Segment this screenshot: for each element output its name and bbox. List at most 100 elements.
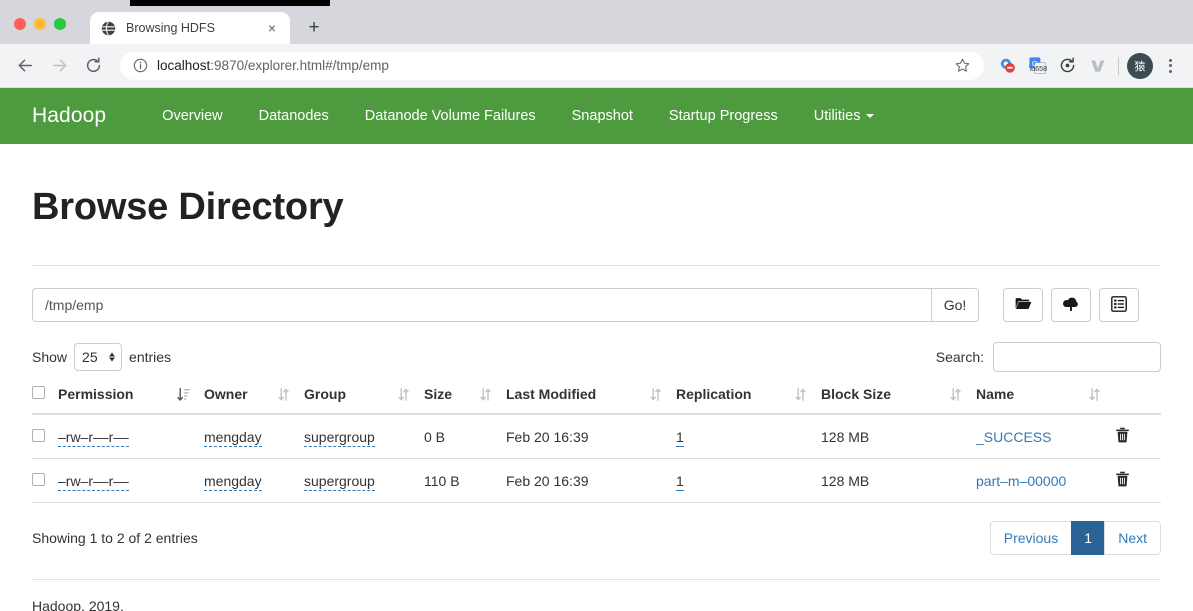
row-select-cell xyxy=(32,459,58,503)
select-all-checkbox[interactable] xyxy=(32,386,45,399)
nav-item-utilities[interactable]: Utilities xyxy=(796,108,893,124)
cell-last-modified: Feb 20 16:39 xyxy=(506,414,676,459)
nav-item-utilities-label: Utilities xyxy=(814,108,861,124)
footer-divider xyxy=(32,579,1161,580)
browser-tab-strip: Browsing HDFS × + xyxy=(0,6,1193,44)
footer-text: Hadoop, 2019. xyxy=(32,598,1161,611)
nav-item-startup-progress[interactable]: Startup Progress xyxy=(651,108,796,124)
nav-item-datanode-volume-failures[interactable]: Datanode Volume Failures xyxy=(347,108,554,124)
col-last-modified-label: Last Modified xyxy=(506,386,596,402)
cell-block-size: 128 MB xyxy=(821,414,976,459)
upload-files-button[interactable] xyxy=(1051,288,1091,322)
sort-icon xyxy=(1088,387,1101,402)
back-button[interactable] xyxy=(10,51,40,81)
cell-replication: 1 xyxy=(676,414,821,459)
files-table: Permission xyxy=(32,386,1161,503)
col-permission[interactable]: Permission xyxy=(58,386,204,414)
window-close-button[interactable] xyxy=(14,18,26,30)
sort-icon xyxy=(794,387,807,402)
cell-size: 0 B xyxy=(424,414,506,459)
file-name-link[interactable]: part–m–00000 xyxy=(976,473,1066,489)
cell-name: _SUCCESS xyxy=(976,414,1115,459)
row-select-cell xyxy=(32,414,58,459)
stepper-arrows-icon xyxy=(109,353,115,362)
cut-high-availability-button[interactable] xyxy=(1099,288,1139,322)
group-value[interactable]: supergroup xyxy=(304,429,375,447)
entries-select[interactable]: 25 xyxy=(74,343,122,371)
create-directory-button[interactable] xyxy=(1003,288,1043,322)
col-size[interactable]: Size xyxy=(424,386,506,414)
col-actions xyxy=(1115,386,1161,414)
cell-size: 110 B xyxy=(424,459,506,503)
col-owner[interactable]: Owner xyxy=(204,386,304,414)
cell-owner: mengday xyxy=(204,414,304,459)
new-tab-button[interactable]: + xyxy=(300,13,328,41)
star-icon[interactable] xyxy=(952,56,972,76)
cell-permission: –rw–r––r–– xyxy=(58,414,204,459)
trash-icon[interactable] xyxy=(1115,427,1130,443)
navbar-brand[interactable]: Hadoop xyxy=(32,104,106,128)
group-value[interactable]: supergroup xyxy=(304,473,375,491)
nav-item-overview[interactable]: Overview xyxy=(144,108,240,124)
cell-actions xyxy=(1115,414,1161,459)
cell-actions xyxy=(1115,459,1161,503)
cell-group: supergroup xyxy=(304,459,424,503)
vimium-icon[interactable] xyxy=(1084,53,1110,79)
chevron-down-icon xyxy=(866,114,874,118)
pagination-previous[interactable]: Previous xyxy=(990,521,1072,555)
forward-button[interactable] xyxy=(44,51,74,81)
col-last-modified[interactable]: Last Modified xyxy=(506,386,676,414)
permission-value[interactable]: –rw–r––r–– xyxy=(58,429,129,447)
go-button[interactable]: Go! xyxy=(931,288,979,322)
replication-value[interactable]: 1 xyxy=(676,429,684,447)
window-maximize-button[interactable] xyxy=(54,18,66,30)
browser-tab-title: Browsing HDFS xyxy=(126,21,264,35)
title-divider xyxy=(32,265,1161,266)
google-translate-icon[interactable]: G \u6587 xyxy=(1024,53,1050,79)
row-checkbox[interactable] xyxy=(32,429,45,442)
path-action-buttons xyxy=(1003,288,1139,322)
nav-item-datanodes[interactable]: Datanodes xyxy=(241,108,347,124)
adblock-icon[interactable] xyxy=(994,53,1020,79)
col-block-size[interactable]: Block Size xyxy=(821,386,976,414)
col-name[interactable]: Name xyxy=(976,386,1115,414)
browser-tab[interactable]: Browsing HDFS × xyxy=(90,12,290,44)
close-icon[interactable]: × xyxy=(264,20,280,36)
avatar[interactable]: 猿 xyxy=(1127,53,1153,79)
sort-icon xyxy=(397,387,410,402)
kebab-menu-icon[interactable] xyxy=(1157,53,1183,79)
owner-value[interactable]: mengday xyxy=(204,429,262,447)
owner-value[interactable]: mengday xyxy=(204,473,262,491)
files-table-header-row: Permission xyxy=(32,386,1161,414)
trash-icon[interactable] xyxy=(1115,471,1130,487)
show-label: Show xyxy=(32,349,67,365)
search-input[interactable] xyxy=(993,342,1161,372)
pagination-page-1[interactable]: 1 xyxy=(1071,521,1105,555)
browser-toolbar: localhost:9870/explorer.html#/tmp/emp G … xyxy=(0,44,1193,88)
col-select-all xyxy=(32,386,58,414)
files-table-head: Permission xyxy=(32,386,1161,414)
window-traffic-lights xyxy=(14,18,66,30)
address-bar[interactable]: localhost:9870/explorer.html#/tmp/emp xyxy=(120,52,984,80)
col-group[interactable]: Group xyxy=(304,386,424,414)
reload-button[interactable] xyxy=(78,51,108,81)
pagination: Previous 1 Next xyxy=(990,521,1161,555)
nav-item-snapshot[interactable]: Snapshot xyxy=(554,108,651,124)
pagination-next[interactable]: Next xyxy=(1104,521,1161,555)
col-name-label: Name xyxy=(976,386,1014,402)
info-circle-icon[interactable] xyxy=(132,58,148,74)
window-minimize-button[interactable] xyxy=(34,18,46,30)
permission-value[interactable]: –rw–r––r–– xyxy=(58,473,129,491)
screen-recorder-icon[interactable] xyxy=(1054,53,1080,79)
path-input[interactable] xyxy=(32,288,931,322)
file-name-link[interactable]: _SUCCESS xyxy=(976,429,1051,445)
col-replication[interactable]: Replication xyxy=(676,386,821,414)
row-checkbox[interactable] xyxy=(32,473,45,486)
show-entries-control: Show 25 entries xyxy=(32,343,171,371)
toolbar-divider xyxy=(1118,57,1119,75)
table-row: –rw–r––r–– mengday supergroup 110 B Feb … xyxy=(32,459,1161,503)
entries-label: entries xyxy=(129,349,171,365)
replication-value[interactable]: 1 xyxy=(676,473,684,491)
showing-entries-info: Showing 1 to 2 of 2 entries xyxy=(32,530,198,546)
search-label: Search: xyxy=(936,349,984,365)
